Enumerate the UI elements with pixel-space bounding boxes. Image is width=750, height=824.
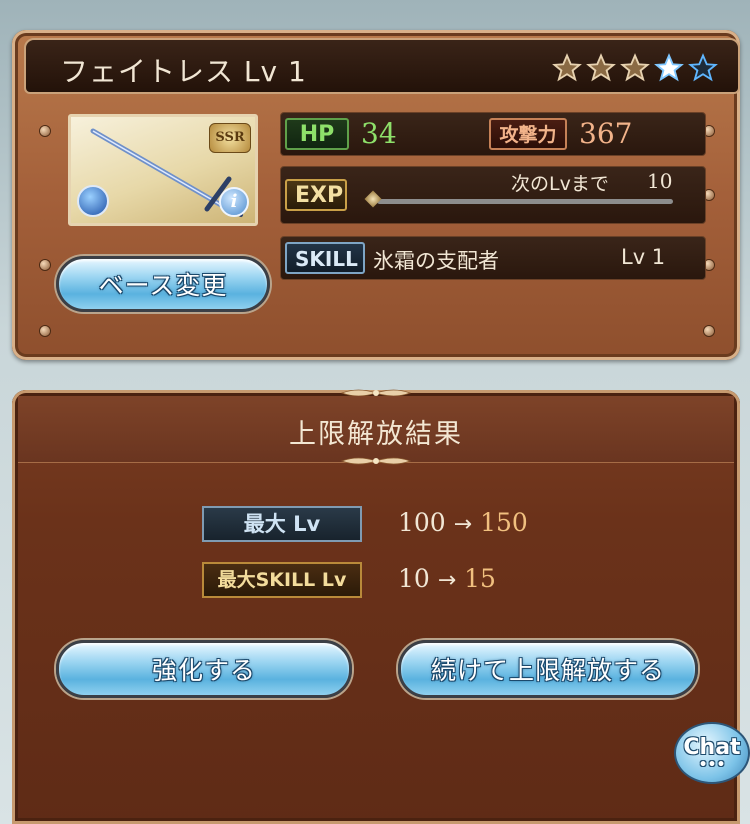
max-lv-from: 100	[398, 508, 446, 537]
skill-row: SKILL 氷霜の支配者 Lv 1	[280, 236, 706, 280]
weapon-title-bar: フェイトレス Lv 1	[24, 38, 740, 94]
arrow-icon: →	[453, 512, 473, 537]
star-icon	[552, 53, 582, 82]
hp-value: 34	[361, 117, 397, 150]
rivet-icon	[704, 326, 714, 336]
chat-dots: •••	[698, 757, 726, 773]
hp-label: HP	[285, 118, 349, 150]
max-lv-label: 最大 Lv	[202, 506, 362, 542]
skill-label: SKILL	[285, 242, 365, 274]
weapon-name: フェイトレス Lv 1	[60, 55, 307, 88]
star-icon	[654, 53, 684, 82]
max-lv-change: 100 → 150	[398, 508, 528, 537]
exp-progress-bar	[377, 199, 673, 204]
continue-uncap-button[interactable]: 続けて上限解放する	[398, 640, 698, 698]
exp-row: EXP 次のLvまで 10	[280, 166, 706, 224]
hp-atk-row: HP 34 攻撃力 367	[280, 112, 706, 156]
rivet-icon	[40, 326, 50, 336]
exp-label: EXP	[285, 179, 347, 211]
star-icon	[586, 53, 616, 82]
max-lv-to: 150	[480, 508, 528, 537]
result-title: 上限解放結果	[289, 419, 463, 450]
skill-level: Lv 1	[621, 245, 666, 269]
rivet-icon	[40, 126, 50, 136]
atk-value: 367	[579, 117, 633, 150]
arrow-icon: →	[437, 568, 457, 593]
uncap-stars	[552, 53, 718, 83]
water-element-icon	[77, 185, 109, 217]
ornament-icon	[340, 457, 412, 465]
info-icon[interactable]: i	[219, 187, 249, 217]
skill-name: 氷霜の支配者	[373, 249, 499, 273]
max-skill-from: 10	[398, 564, 430, 593]
result-header: 上限解放結果	[18, 396, 734, 463]
exp-marker-icon	[364, 190, 382, 208]
atk-label: 攻撃力	[489, 118, 567, 150]
star-icon	[688, 53, 718, 82]
next-lv-value: 10	[647, 169, 673, 193]
ssr-badge: SSR	[209, 123, 251, 153]
max-skill-lv-change: 10 → 15	[398, 564, 496, 593]
next-lv-text: 次のLvまで	[511, 173, 609, 195]
enhance-button[interactable]: 強化する	[56, 640, 352, 698]
rivet-icon	[40, 260, 50, 270]
uncap-result-panel: 上限解放結果 最大 Lv 100 → 150 最大SKILL Lv 10 → 1…	[12, 389, 740, 824]
chat-button[interactable]: Chat •••	[674, 722, 750, 784]
star-icon	[620, 53, 650, 82]
max-skill-lv-label: 最大SKILL Lv	[202, 562, 362, 598]
base-change-button[interactable]: ベース変更	[56, 256, 270, 312]
max-skill-to: 15	[464, 564, 496, 593]
weapon-thumbnail[interactable]: SSR i	[68, 114, 258, 226]
weapon-card: フェイトレス Lv 1 SSR i ベース変更 HP 34 攻撃力 367 EX…	[12, 30, 740, 360]
